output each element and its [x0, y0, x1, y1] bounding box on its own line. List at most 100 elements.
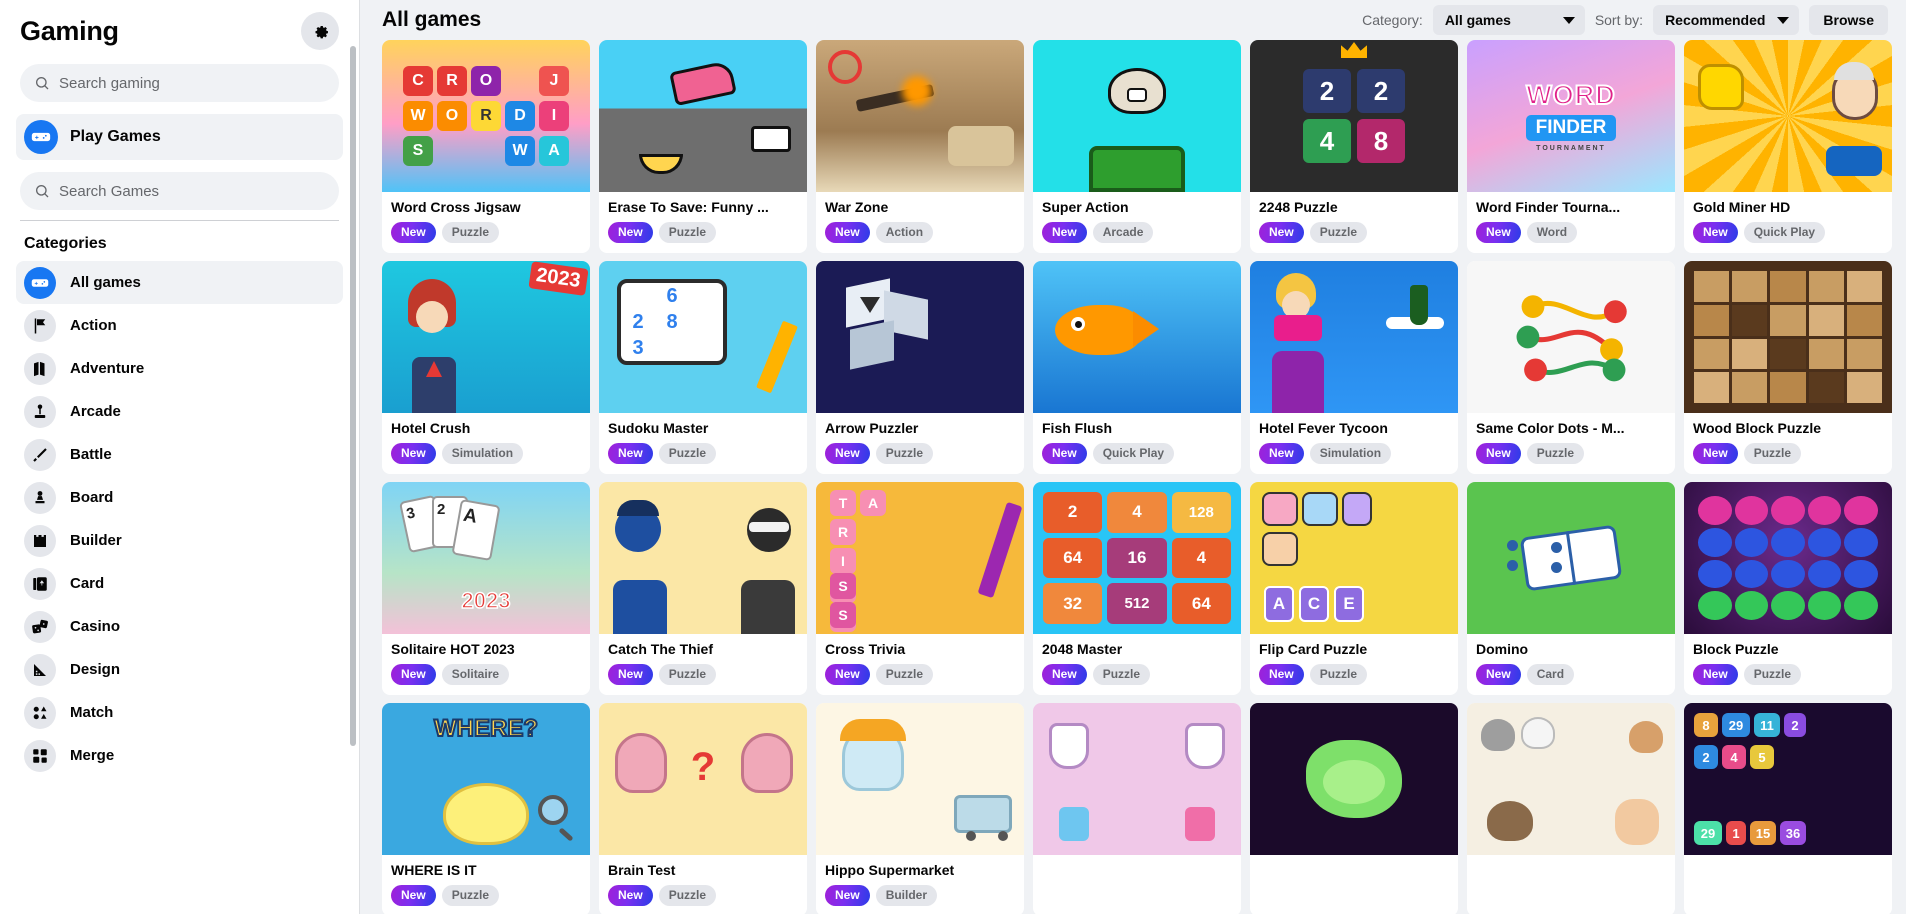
game-card[interactable]: C W S R O O R D W J I A Word Cross Jigsa… — [382, 40, 590, 253]
tile-value: 2 — [1357, 69, 1405, 113]
game-card[interactable]: WHERE? WHERE IS IT New Puzzle — [382, 703, 590, 914]
tile-value: 8 — [1357, 119, 1405, 163]
search-gaming-input[interactable] — [59, 74, 325, 92]
category-badge: Action — [875, 222, 934, 243]
search-gaming-box[interactable] — [20, 64, 339, 102]
game-thumbnail: 6 28 3 — [599, 261, 807, 413]
pawn-icon — [24, 481, 56, 514]
game-badges: New Simulation — [1259, 443, 1449, 464]
sidebar-item-label: Action — [70, 317, 117, 334]
game-thumbnail — [1033, 703, 1241, 855]
game-badges: New Card — [1476, 664, 1666, 685]
sidebar-item-builder[interactable]: Builder — [16, 519, 343, 562]
sidebar-item-merge[interactable]: Merge — [16, 734, 343, 777]
game-card[interactable]: 6 28 3 Sudoku Master New Puzzle — [599, 261, 807, 474]
game-card[interactable]: Erase To Save: Funny ... New Puzzle — [599, 40, 807, 253]
sidebar-item-arcade[interactable]: Arcade — [16, 390, 343, 433]
game-card[interactable]: 3 2 A 2023 Solitaire HOT 2023 New Solita… — [382, 482, 590, 695]
tile-value: 11 — [1754, 713, 1780, 737]
game-card[interactable]: Wood Block Puzzle New Puzzle — [1684, 261, 1892, 474]
game-card[interactable]: Catch The Thief New Puzzle — [599, 482, 807, 695]
thumb-card: A — [451, 498, 501, 562]
sidebar-item-label: All games — [70, 274, 141, 291]
game-card[interactable]: Domino New Card — [1467, 482, 1675, 695]
game-badges: New Word — [1476, 222, 1666, 243]
game-card[interactable]: Same Color Dots - M... New Puzzle — [1467, 261, 1675, 474]
status-badge: New — [825, 222, 870, 243]
main-content: All games Category: All games Sort by: R… — [360, 0, 1906, 914]
gear-icon[interactable] — [301, 12, 339, 50]
category-badge: Word — [1526, 222, 1578, 243]
game-card[interactable]: WORD FINDER TOURNAMENT Word Finder Tourn… — [1467, 40, 1675, 253]
tile-value: 4 — [1107, 492, 1167, 533]
game-card[interactable]: Arrow Puzzler New Puzzle — [816, 261, 1024, 474]
thumb-year: 2023 — [527, 261, 588, 296]
thumb-question: ? — [690, 745, 716, 789]
game-thumbnail — [816, 40, 1024, 192]
sidebar-item-adventure[interactable]: Adventure — [16, 347, 343, 390]
category-badge: Puzzle — [441, 885, 500, 906]
game-badges: New Puzzle — [1042, 664, 1232, 685]
search-games-box[interactable] — [20, 172, 339, 210]
status-badge: New — [1476, 664, 1521, 685]
game-card[interactable]: Fish Flush New Quick Play — [1033, 261, 1241, 474]
sidebar-item-card[interactable]: Card — [16, 562, 343, 605]
game-card[interactable]: Hippo Supermarket New Builder — [816, 703, 1024, 914]
game-card[interactable]: 2 2 4 8 2248 Puzzle New Puzzle — [1250, 40, 1458, 253]
game-thumbnail — [1467, 703, 1675, 855]
game-card[interactable] — [1250, 703, 1458, 914]
game-title: Solitaire HOT 2023 — [391, 641, 515, 657]
sidebar-item-design[interactable]: Design — [16, 648, 343, 691]
game-card[interactable]: Gold Miner HD New Quick Play — [1684, 40, 1892, 253]
sidebar: Gaming Play Games Categories — [0, 0, 360, 914]
game-card[interactable]: 2 4 128 64 16 4 32 512 64 2048 Master Ne… — [1033, 482, 1241, 695]
sort-dropdown[interactable]: Recommended — [1653, 5, 1800, 35]
shapes-icon — [24, 696, 56, 729]
category-dropdown[interactable]: All games — [1432, 5, 1585, 35]
sidebar-item-match[interactable]: Match — [16, 691, 343, 734]
game-card[interactable]: A C E Flip Card Puzzle New Puzzle — [1250, 482, 1458, 695]
game-card[interactable]: Block Puzzle New Puzzle — [1684, 482, 1892, 695]
game-badges: New Puzzle — [391, 222, 581, 243]
game-card[interactable]: ? Brain Test New Puzzle — [599, 703, 807, 914]
game-thumbnail — [1684, 261, 1892, 413]
category-badge: Puzzle — [658, 664, 717, 685]
search-games-input[interactable] — [59, 182, 325, 200]
sidebar-divider — [20, 220, 339, 221]
game-card[interactable]: 8 29 11 2 2 4 5 29 1 15 36 — [1684, 703, 1892, 914]
game-title: Word Finder Tourna... — [1476, 199, 1621, 215]
game-badges: New Quick Play — [1693, 222, 1883, 243]
game-card[interactable]: War Zone New Action — [816, 40, 1024, 253]
status-badge: New — [391, 885, 436, 906]
tile-value: 2 — [1694, 745, 1718, 769]
joystick-icon — [24, 395, 56, 428]
tile-value: 15 — [1750, 821, 1776, 845]
game-badges: New Puzzle — [608, 222, 798, 243]
main-title: All games — [382, 8, 482, 31]
game-card[interactable]: Hotel Fever Tycoon New Simulation — [1250, 261, 1458, 474]
game-thumbnail: C W S R O O R D W J I A — [382, 40, 590, 192]
sidebar-item-all-games[interactable]: All games — [16, 261, 343, 304]
browse-button[interactable]: Browse — [1809, 5, 1888, 35]
sidebar-item-action[interactable]: Action — [16, 304, 343, 347]
game-card[interactable]: T R I V I A S S — [816, 482, 1024, 695]
game-thumbnail — [1250, 261, 1458, 413]
game-thumbnail: 2 2 4 8 — [1250, 40, 1458, 192]
game-card[interactable] — [1467, 703, 1675, 914]
sidebar-item-label: Arcade — [70, 403, 121, 420]
sidebar-item-play-games[interactable]: Play Games — [16, 114, 343, 160]
sidebar-item-board[interactable]: Board — [16, 476, 343, 519]
squares-icon — [24, 739, 56, 772]
game-badges: New Simulation — [391, 443, 581, 464]
game-thumbnail — [1033, 40, 1241, 192]
sidebar-item-battle[interactable]: Battle — [16, 433, 343, 476]
game-card[interactable]: 2023 Hotel Crush New Simulation — [382, 261, 590, 474]
sidebar-item-casino[interactable]: Casino — [16, 605, 343, 648]
game-title: Same Color Dots - M... — [1476, 420, 1625, 436]
game-card[interactable]: Super Action New Arcade — [1033, 40, 1241, 253]
main-header: All games Category: All games Sort by: R… — [360, 0, 1906, 40]
sidebar-scrollbar[interactable] — [350, 46, 356, 746]
game-card[interactable] — [1033, 703, 1241, 914]
game-title: Catch The Thief — [608, 641, 714, 657]
game-badges: New Puzzle — [1259, 222, 1449, 243]
